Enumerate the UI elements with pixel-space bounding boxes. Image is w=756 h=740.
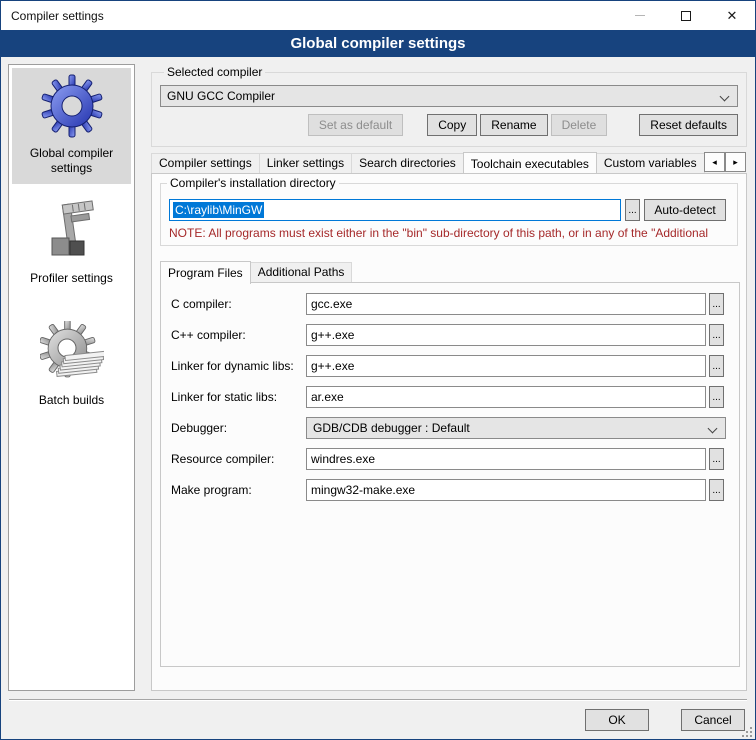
static-linker-browse-button[interactable]: ...	[709, 386, 724, 408]
debugger-select[interactable]: GDB/CDB debugger : Default	[306, 417, 726, 439]
debugger-select-value: GDB/CDB debugger : Default	[313, 421, 470, 435]
tab-scroll-left-button[interactable]: ◂	[704, 152, 725, 172]
make-program-input[interactable]	[306, 479, 706, 501]
installation-directory-group: Compiler's installation directory C:\ray…	[160, 176, 738, 246]
copy-button[interactable]: Copy	[427, 114, 477, 136]
title-bar: Compiler settings ✕	[1, 1, 755, 30]
make-program-label: Make program:	[171, 483, 304, 497]
selected-compiler-legend: Selected compiler	[164, 65, 265, 79]
cpp-compiler-input[interactable]	[306, 324, 706, 346]
toolchain-executables-page: Compiler's installation directory C:\ray…	[151, 173, 747, 691]
sidebar-item-label: Global compiler settings	[12, 146, 131, 176]
installation-directory-input[interactable]: C:\raylib\MinGW	[169, 199, 621, 221]
make-program-row: Make program: ...	[161, 479, 739, 501]
sidebar-item-batch-builds[interactable]: Batch builds	[12, 315, 131, 427]
browse-directory-button[interactable]: ...	[625, 199, 640, 221]
resource-compiler-row: Resource compiler: ...	[161, 448, 739, 470]
page-title: Global compiler settings	[1, 30, 755, 57]
sidebar-item-label: Profiler settings	[30, 271, 113, 286]
sidebar-item-profiler-settings[interactable]: Profiler settings	[12, 193, 131, 305]
set-as-default-button[interactable]: Set as default	[308, 114, 403, 136]
footer-divider	[9, 699, 747, 701]
compiler-settings-window: Compiler settings ✕ Global compiler sett…	[0, 0, 756, 740]
c-compiler-input[interactable]	[306, 293, 706, 315]
tab-program-files[interactable]: Program Files	[160, 261, 251, 284]
static-linker-row: Linker for static libs: ...	[161, 386, 739, 408]
minimize-button[interactable]	[617, 1, 663, 30]
cpp-compiler-row: C++ compiler: ...	[161, 324, 739, 346]
cpp-compiler-browse-button[interactable]: ...	[709, 324, 724, 346]
debugger-label: Debugger:	[171, 421, 304, 435]
tab-linker-settings[interactable]: Linker settings	[259, 153, 352, 173]
cpp-compiler-label: C++ compiler:	[171, 328, 304, 342]
resize-grip[interactable]	[742, 727, 752, 737]
program-files-tab-strip: Program Files Additional Paths	[160, 261, 352, 282]
bin-subdirectory-note: NOTE: All programs must exist either in …	[169, 226, 735, 240]
settings-tab-strip: Compiler settings Linker settings Search…	[151, 152, 707, 173]
static-linker-label: Linker for static libs:	[171, 390, 304, 404]
c-compiler-row: C compiler: ...	[161, 293, 739, 315]
tab-toolchain-executables[interactable]: Toolchain executables	[463, 152, 597, 173]
minimize-icon	[635, 15, 645, 16]
ok-button[interactable]: OK	[585, 709, 649, 731]
program-files-page: C compiler: ... C++ compiler: ... Linker…	[160, 282, 740, 667]
reset-defaults-button[interactable]: Reset defaults	[639, 114, 738, 136]
close-button[interactable]: ✕	[709, 1, 755, 30]
resource-compiler-label: Resource compiler:	[171, 452, 304, 466]
tab-custom-variables[interactable]: Custom variables	[596, 153, 705, 173]
maximize-button[interactable]	[663, 1, 709, 30]
c-compiler-browse-button[interactable]: ...	[709, 293, 724, 315]
auto-detect-button[interactable]: Auto-detect	[644, 199, 726, 221]
window-title: Compiler settings	[1, 9, 617, 23]
sidebar-item-global-compiler-settings[interactable]: Global compiler settings	[12, 68, 131, 184]
chevron-down-icon	[720, 92, 730, 102]
sidebar-item-label: Batch builds	[39, 393, 104, 408]
delete-button[interactable]: Delete	[551, 114, 608, 136]
resource-compiler-input[interactable]	[306, 448, 706, 470]
installation-directory-legend: Compiler's installation directory	[167, 176, 339, 190]
tab-scroll-right-button[interactable]: ▸	[725, 152, 746, 172]
tab-search-directories[interactable]: Search directories	[351, 153, 464, 173]
selected-compiler-group: Selected compiler GNU GCC Compiler Set a…	[151, 65, 747, 147]
dynamic-linker-browse-button[interactable]: ...	[709, 355, 724, 377]
blue-gear-icon	[40, 74, 104, 138]
static-linker-input[interactable]	[306, 386, 706, 408]
cancel-button[interactable]: Cancel	[681, 709, 745, 731]
close-icon: ✕	[727, 9, 738, 22]
rename-button[interactable]: Rename	[480, 114, 547, 136]
compiler-select-value: GNU GCC Compiler	[167, 89, 275, 103]
dynamic-linker-label: Linker for dynamic libs:	[171, 359, 304, 373]
resource-compiler-browse-button[interactable]: ...	[709, 448, 724, 470]
installation-directory-value: C:\raylib\MinGW	[173, 202, 264, 218]
dynamic-linker-input[interactable]	[306, 355, 706, 377]
gear-papers-icon	[40, 321, 104, 385]
maximize-icon	[681, 11, 691, 21]
make-program-browse-button[interactable]: ...	[709, 479, 724, 501]
tab-additional-paths[interactable]: Additional Paths	[250, 262, 353, 282]
dynamic-linker-row: Linker for dynamic libs: ...	[161, 355, 739, 377]
debugger-row: Debugger: GDB/CDB debugger : Default	[161, 417, 739, 439]
c-compiler-label: C compiler:	[171, 297, 304, 311]
caliper-icon	[40, 199, 104, 263]
compiler-select[interactable]: GNU GCC Compiler	[160, 85, 738, 107]
tab-compiler-settings[interactable]: Compiler settings	[151, 153, 260, 173]
settings-sidebar: Global compiler settings Profiler set	[8, 64, 135, 691]
chevron-down-icon	[708, 424, 718, 434]
